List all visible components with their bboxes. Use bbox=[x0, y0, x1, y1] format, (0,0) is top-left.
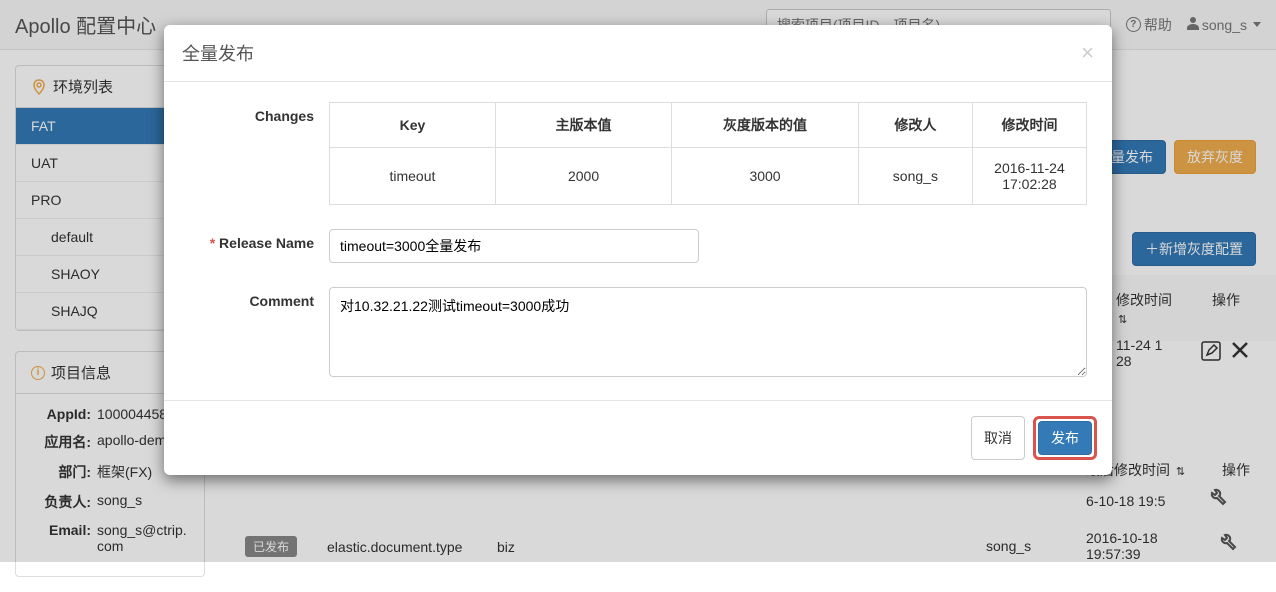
cell-key: timeout bbox=[330, 148, 496, 205]
table-row: timeout 2000 3000 song_s 2016-11-24 17:0… bbox=[330, 148, 1087, 205]
th-main-value: 主版本值 bbox=[495, 103, 671, 148]
cell-main: 2000 bbox=[495, 148, 671, 205]
th-modifier: 修改人 bbox=[858, 103, 972, 148]
publish-highlight: 发布 bbox=[1033, 416, 1097, 460]
th-key: Key bbox=[330, 103, 496, 148]
changes-table: Key 主版本值 灰度版本的值 修改人 修改时间 timeout 2000 30… bbox=[329, 102, 1087, 205]
close-icon[interactable]: × bbox=[1081, 42, 1094, 64]
changes-label: Changes bbox=[189, 102, 329, 124]
release-name-input[interactable] bbox=[329, 229, 699, 263]
th-modify-time: 修改时间 bbox=[972, 103, 1086, 148]
release-name-label: * Release Name bbox=[189, 229, 329, 251]
modal-title: 全量发布 bbox=[182, 40, 254, 66]
publish-button[interactable]: 发布 bbox=[1038, 421, 1092, 455]
cell-modifier: song_s bbox=[858, 148, 972, 205]
th-gray-value: 灰度版本的值 bbox=[672, 103, 859, 148]
full-release-modal: 全量发布 × Changes Key 主版本值 灰度版本的值 修改人 修改时间 bbox=[164, 25, 1112, 475]
cell-time: 2016-11-24 17:02:28 bbox=[972, 148, 1086, 205]
cell-gray: 3000 bbox=[672, 148, 859, 205]
comment-textarea[interactable] bbox=[329, 287, 1087, 377]
cancel-button[interactable]: 取消 bbox=[971, 416, 1025, 460]
comment-label: Comment bbox=[189, 287, 329, 309]
